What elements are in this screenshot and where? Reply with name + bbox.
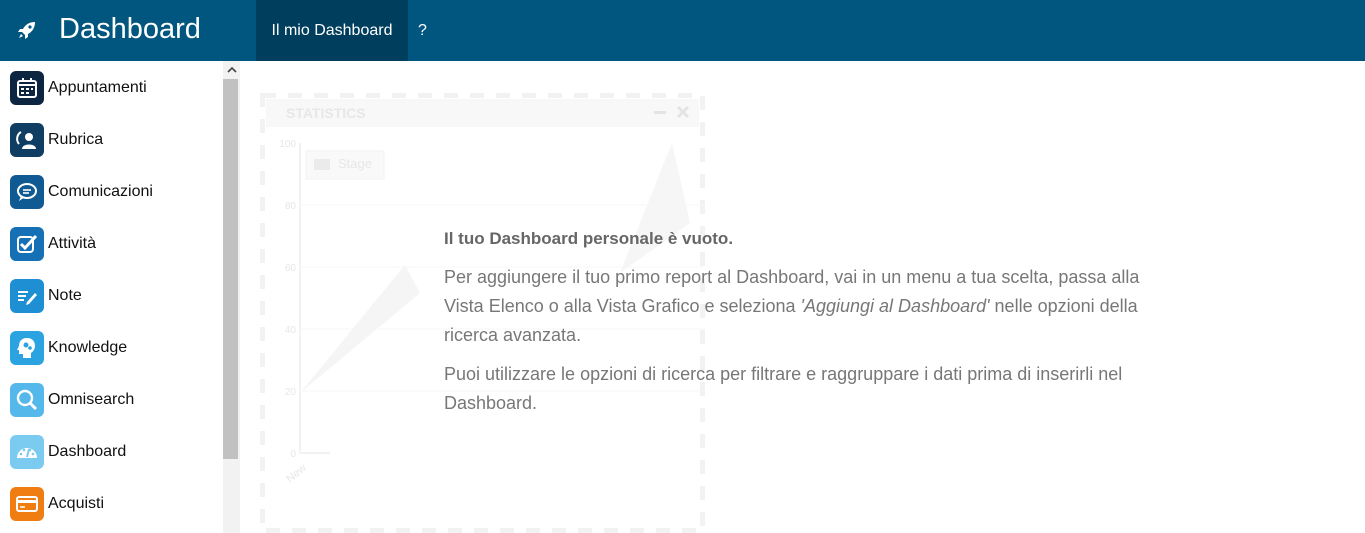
sidebar-item-label: Knowledge (48, 339, 128, 356)
empty-state-title: Il tuo Dashboard personale è vuoto. (444, 229, 734, 248)
sidebar-item-label: Attività (48, 235, 97, 252)
empty-state-tip: Puoi utilizzare le opzioni di ricerca pe… (444, 364, 1123, 413)
sidebar: Appuntamenti Rubrica Comunicazioni Attiv… (0, 61, 240, 533)
sidebar-item-label: Appuntamenti (48, 79, 147, 96)
sidebar-item-omnisearch[interactable]: Omnisearch (10, 383, 134, 417)
rocket-icon (18, 22, 35, 39)
calendar-icon (10, 71, 44, 105)
chat-bubble-icon (10, 175, 44, 209)
add-to-dashboard-option: 'Aggiungi al Dashboard' (800, 296, 990, 316)
sidebar-item-acquisti[interactable]: Acquisti (10, 487, 104, 521)
scroll-up-button[interactable] (223, 61, 240, 79)
sidebar-item-note[interactable]: Note (10, 279, 82, 313)
sidebar-item-label: Note (48, 287, 82, 304)
sidebar-item-appuntamenti[interactable]: Appuntamenti (10, 71, 147, 105)
sidebar-item-label: Omnisearch (48, 391, 135, 408)
widget-title: STATISTICS (286, 105, 366, 121)
sidebar-item-attivita[interactable]: Attività (10, 227, 96, 261)
legend-label: Stage (338, 156, 372, 171)
help-tab[interactable]: ? (418, 0, 428, 61)
sidebar-item-knowledge[interactable]: Knowledge (10, 331, 127, 365)
checkmark-icon (10, 227, 44, 261)
sidebar-item-label: Dashboard (48, 443, 127, 460)
main-content: STATISTICS 100 80 60 40 20 0 Stage New I… (240, 61, 1365, 533)
scrollbar-thumb[interactable] (223, 79, 238, 459)
app-title: Dashboard (59, 13, 201, 45)
empty-dashboard-message: Il tuo Dashboard personale è vuoto. Per … (444, 229, 1184, 428)
y-tick: 100 (279, 139, 296, 150)
y-tick: 60 (285, 263, 297, 274)
brand[interactable]: Dashboard (0, 0, 255, 61)
sidebar-item-label: Comunicazioni (48, 183, 153, 200)
minimize-icon (654, 111, 666, 114)
sidebar-item-rubrica[interactable]: Rubrica (10, 123, 103, 157)
magnifier-icon (10, 383, 44, 417)
sidebar-item-label: Rubrica (48, 131, 104, 148)
y-tick: 80 (285, 201, 297, 212)
contacts-icon (10, 123, 44, 157)
y-tick: 20 (285, 387, 297, 398)
sidebar-item-comunicazioni[interactable]: Comunicazioni (10, 175, 153, 209)
chevron-up-icon (226, 66, 237, 73)
sidebar-item-dashboard[interactable]: Dashboard (10, 435, 126, 469)
y-tick: 0 (290, 449, 296, 460)
gauge-icon (10, 435, 44, 469)
y-tick: 40 (285, 325, 297, 336)
credit-card-icon (10, 487, 44, 521)
sidebar-item-label: Acquisti (48, 495, 105, 512)
tab-my-dashboard[interactable]: Il mio Dashboard (256, 0, 408, 61)
top-bar: Dashboard Il mio Dashboard ? (0, 0, 1365, 61)
head-gears-icon (10, 331, 44, 365)
empty-state-instructions: Per aggiungere il tuo primo report al Da… (444, 263, 1184, 350)
note-pencil-icon (10, 279, 44, 313)
